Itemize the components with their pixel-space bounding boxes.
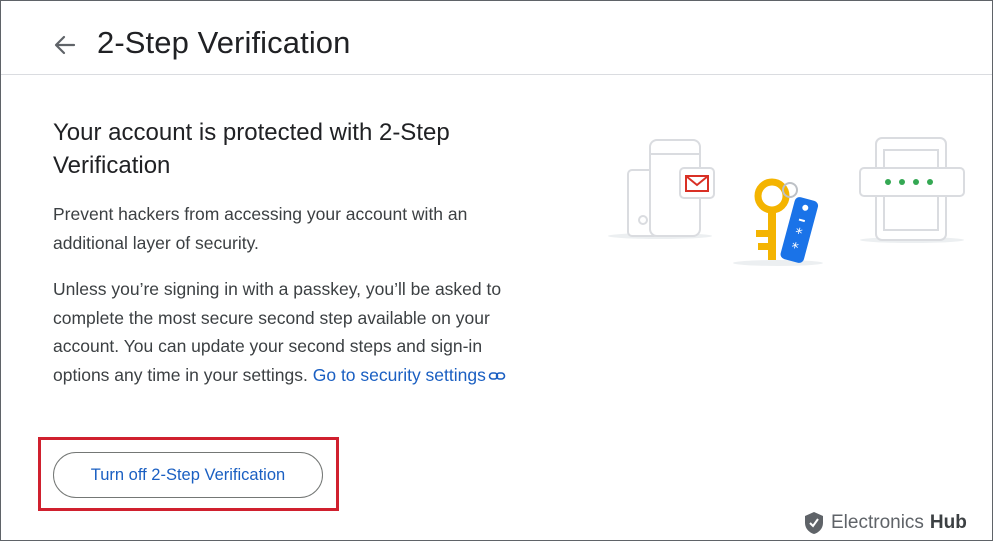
phone-illustration: [608, 139, 715, 239]
description-text: Prevent hackers from accessing your acco…: [53, 204, 468, 253]
shield-logo-icon: [805, 512, 823, 534]
turn-off-2sv-button[interactable]: Turn off 2-Step Verification: [53, 452, 323, 498]
watermark: Electronics Hub: [803, 510, 967, 536]
watermark-brand-light: Electronics: [831, 512, 924, 533]
security-link-label: Go to security settings: [312, 364, 486, 385]
info-paragraph: Unless you’re signing in with a passkey,…: [53, 275, 533, 389]
watermark-brand-bold: Hub: [929, 512, 967, 533]
link-icon: [488, 372, 506, 380]
page-title: 2-Step Verification: [97, 25, 351, 60]
arrow-back-icon: [54, 35, 76, 55]
page-header: 2-Step Verification: [1, 1, 992, 75]
security-illustration: * *: [608, 137, 965, 266]
protection-heading: Your account is protected with 2-Step Ve…: [53, 119, 450, 179]
back-button[interactable]: [49, 29, 81, 61]
security-settings-link[interactable]: Go to security settings: [313, 365, 506, 385]
tablet-illustration: [859, 137, 965, 243]
mail-icon: [685, 175, 709, 192]
